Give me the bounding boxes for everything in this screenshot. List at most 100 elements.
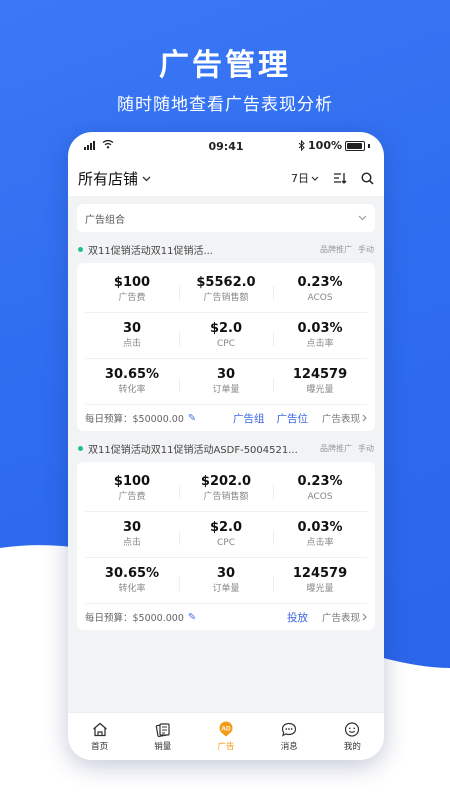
metric-label: 订单量 [212,584,240,594]
store-selector-label: 所有店铺 [78,170,139,188]
campaign-header[interactable]: 双11促销活动双11促销活动ASDF-5004521... 品牌推广 手动 [77,441,375,456]
metric-orders: 30 订单量 [179,565,273,596]
ad-performance-label: 广告表现 [321,414,360,425]
campaign-card[interactable]: $100 广告费 $5562.0 广告销售额 0.23% ACOS 30 点击 [77,263,375,431]
metric-value: 0.23% [297,275,343,290]
metric-cpc: $2.0 CPC [179,519,273,550]
metric-clicks: 30 点击 [85,320,179,351]
ad-group-link[interactable]: 广告组 [233,411,265,426]
metric-label: 广告费 [118,293,146,303]
metric-value: 0.23% [297,474,343,489]
metric-value: $100 [113,474,151,489]
targeting-link[interactable]: 投放 [287,610,308,625]
campaign-mode-tag: 手动 [358,444,374,453]
edit-icon[interactable]: ✎ [188,413,196,424]
metric-label: 转化率 [118,385,146,395]
metric-label: 点击 [122,538,141,548]
metric-value: $202.0 [200,474,252,489]
ad-combo-filter[interactable]: 广告组合 [77,204,375,232]
metric-acos: 0.23% ACOS [273,274,367,305]
ad-performance-link[interactable]: 广告表现 [322,610,367,624]
metric-impressions: 124579 曝光量 [273,366,367,397]
campaign-tags: 品牌推广 手动 [320,443,374,454]
period-label: 7日 [291,172,309,185]
metric-value: $2.0 [209,321,243,336]
metric-value: 30.65% [104,367,160,382]
tab-label: 消息 [280,741,298,752]
status-bar: 09:41 100% [68,132,384,160]
sort-icon[interactable] [333,172,347,184]
store-selector[interactable]: 所有店铺 [78,168,151,189]
metric-value: $100 [113,275,151,290]
tab-label: 销量 [154,741,172,752]
campaign-title: 双11促销活动双11促销活... [88,246,213,257]
metric-cpc: $2.0 CPC [179,320,273,351]
metric-row: 30 点击 $2.0 CPC 0.03% 点击率 [85,512,367,558]
tab-label: 广告 [217,742,235,752]
status-right: 100% [298,139,370,152]
edit-icon[interactable]: ✎ [188,612,196,623]
metric-value: 0.03% [297,520,343,535]
metric-value: 30 [216,367,236,382]
tab-ads[interactable]: AD 广告 [194,713,257,760]
metric-row: 30 点击 $2.0 CPC 0.03% 点击率 [85,313,367,359]
metric-ad-spend: $100 广告费 [85,473,179,504]
metric-value: 124579 [292,566,348,581]
battery-percent: 100% [308,139,342,152]
metric-label: 广告销售额 [203,492,249,502]
metric-label: 广告费 [118,492,146,502]
metric-row: 30.65% 转化率 30 订单量 124579 曝光量 [85,359,367,405]
sales-icon [155,722,170,737]
promo-title: 广告管理 [159,48,291,83]
metric-value: 30 [122,321,142,336]
bottom-tab-bar: 首页 销量 AD 广告 消息 我的 [68,712,384,760]
metric-label: 曝光量 [306,584,334,594]
message-icon [282,722,297,737]
home-icon [92,722,107,736]
svg-text:AD: AD [221,726,231,733]
campaign-tags: 品牌推广 手动 [320,244,374,255]
chevron-right-icon [362,414,367,422]
tab-label: 我的 [343,741,361,752]
campaign-title: 双11促销活动双11促销活动ASDF-5004521... [88,445,298,456]
chevron-down-icon [358,215,367,221]
tab-messages[interactable]: 消息 [258,713,321,760]
metric-acos: 0.23% ACOS [273,473,367,504]
profile-icon [345,721,360,737]
metric-conversion: 30.65% 转化率 [85,366,179,397]
period-selector[interactable]: 7日 [291,170,319,186]
metric-orders: 30 订单量 [179,366,273,397]
campaign-card[interactable]: $100 广告费 $202.0 广告销售额 0.23% ACOS 30 点击 $… [77,462,375,630]
chevron-right-icon [362,613,367,621]
search-icon[interactable] [361,171,374,185]
ad-placement-link[interactable]: 广告位 [276,411,308,426]
metric-ctr: 0.03% 点击率 [273,519,367,550]
campaign-name: 双11促销活动双11促销活... [78,242,213,257]
tab-profile[interactable]: 我的 [321,713,384,760]
daily-budget-text: 每日预算：$5000.000 [85,613,184,624]
metric-conversion: 30.65% 转化率 [85,565,179,596]
metric-row: $100 广告费 $5562.0 广告销售额 0.23% ACOS [85,267,367,313]
metric-ctr: 0.03% 点击率 [273,320,367,351]
metric-label: 订单量 [212,385,240,395]
metric-label: 广告销售额 [203,293,249,303]
tab-home[interactable]: 首页 [68,713,131,760]
metric-label: CPC [217,339,235,349]
header-actions: 7日 [291,170,374,186]
metric-ad-spend: $100 广告费 [85,274,179,305]
card-footer: 每日预算：$5000.000 ✎ 投放 广告表现 [85,604,367,630]
daily-budget[interactable]: 每日预算：$50000.00 ✎ [85,411,221,426]
metric-impressions: 124579 曝光量 [273,565,367,596]
metric-label: 点击 [122,339,141,349]
tab-label: 首页 [91,741,109,752]
ad-performance-link[interactable]: 广告表现 [322,411,367,425]
campaign-header[interactable]: 双11促销活动双11促销活... 品牌推广 手动 [77,242,375,257]
metric-value: $5562.0 [196,275,256,290]
campaign-mode-tag: 手动 [358,245,374,254]
metric-clicks: 30 点击 [85,519,179,550]
card-footer: 每日预算：$50000.00 ✎ 广告组 广告位 广告表现 [85,405,367,431]
metric-label: 点击率 [306,339,334,349]
tab-sales[interactable]: 销量 [131,713,194,760]
metric-value: 0.03% [297,321,343,336]
daily-budget[interactable]: 每日预算：$5000.000 ✎ [85,610,275,625]
